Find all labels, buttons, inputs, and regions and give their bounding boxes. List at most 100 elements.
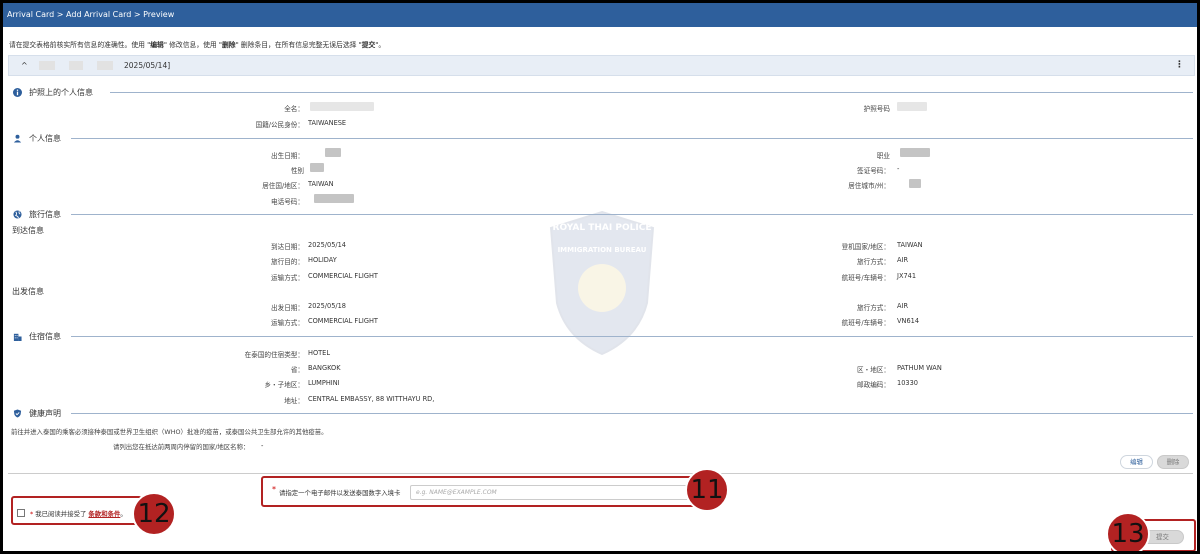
arrival-travel-mode-value: AIR: [897, 256, 909, 264]
section-title: 个人信息: [29, 134, 61, 143]
boarding-country-value: TAIWAN: [897, 241, 923, 249]
residence-country-label: 居住国/地区：: [262, 182, 304, 190]
globe-icon: [13, 210, 22, 219]
instruction-delete: 删除: [221, 41, 236, 49]
required-marker: *: [272, 485, 276, 494]
departure-travel-mode-value: AIR: [897, 302, 909, 310]
redacted-occupation: [900, 148, 930, 157]
postcode-label: 邮政编码：: [857, 381, 890, 389]
subdistrict-label: 乡・子地区：: [264, 381, 304, 389]
travel-purpose-label: 旅行目的：: [271, 258, 304, 266]
section-health: 健康声明: [13, 407, 1193, 421]
edit-button[interactable]: 编辑: [1120, 455, 1153, 469]
terms-end: 。: [120, 510, 127, 518]
step-badge-12: 12: [132, 492, 176, 536]
redacted-passport-number: [897, 102, 927, 111]
occupation-label: 职业: [876, 152, 890, 160]
redacted-full-name: [310, 102, 374, 111]
instruction-edit: 编辑: [150, 41, 164, 49]
terms-highlight: * 我已阅读并接受了 条款和条件。: [11, 496, 142, 525]
postcode-value: 10330: [897, 379, 918, 387]
instruction-part: 请在提交表格前核实所有信息的准确性。使用 ": [9, 41, 151, 49]
person-icon: [13, 134, 22, 143]
province-label: 省：: [290, 366, 304, 374]
breadcrumb-preview: Preview: [143, 10, 175, 19]
province-value: BANGKOK: [308, 364, 341, 372]
card-header-date: 2025/05/14]: [124, 61, 171, 70]
arrival-date-label: 到达日期：: [271, 243, 304, 251]
district-label: 区・地区：: [857, 366, 890, 374]
full-name-label: 全名：: [284, 105, 304, 113]
browser-frame: Arrival Card > Add Arrival Card > Previe…: [3, 3, 1197, 551]
breadcrumb-add-arrival-card[interactable]: Add Arrival Card: [66, 10, 131, 19]
section-divider: [71, 413, 1193, 414]
residence-country-value: TAIWAN: [308, 180, 334, 188]
section-divider: [71, 138, 1193, 139]
departure-date-value: 2025/05/18: [308, 302, 347, 310]
departure-flight-value: VN614: [897, 317, 920, 325]
section-divider: [110, 92, 1193, 93]
watermark-top-text: ROYAL THAI POLICE: [553, 223, 652, 233]
dob-label: 出生日期：: [271, 152, 304, 160]
accommodation-type-label: 在泰国的住宿类型：: [244, 351, 304, 359]
section-personal: 个人信息: [13, 132, 1193, 146]
info-icon: [13, 88, 22, 97]
subdistrict-value: LUMPHINI: [308, 379, 340, 387]
collapse-caret-icon[interactable]: ^: [21, 56, 28, 75]
arrival-flight-value: JX741: [897, 272, 917, 280]
required-marker: *: [30, 510, 34, 518]
phone-label: 电话号码：: [271, 198, 304, 206]
instruction-part: " 修改信息，使用 ": [163, 41, 222, 49]
redacted-name: [39, 61, 55, 70]
section-title: 护照上的个人信息: [29, 88, 93, 97]
delete-button[interactable]: 删除: [1157, 455, 1189, 469]
redacted-city: [909, 179, 921, 188]
departure-flight-label: 航班号/车辆号：: [841, 319, 890, 327]
section-divider: [71, 336, 1193, 337]
instruction-part: " 删除条目，在所有信息完整无误后选择 ": [235, 41, 362, 49]
departure-transport-label: 运输方式：: [271, 319, 304, 327]
departure-travel-mode-label: 旅行方式：: [857, 304, 890, 312]
redacted-name: [97, 61, 113, 70]
countries-visited-value: -: [261, 442, 264, 450]
arrival-date-value: 2025/05/14: [308, 241, 347, 249]
boarding-country-label: 登机国家/地区：: [841, 243, 890, 251]
vaccination-notice: 前往并进入泰国的乘客必须接种泰国或世界卫生组织（WHO）批准的疫苗，或泰国公共卫…: [11, 428, 328, 436]
visa-number-label: 签证号码：: [857, 167, 890, 175]
district-value: PATHUM WAN: [897, 364, 942, 372]
instruction-text: 请在提交表格前核实所有信息的准确性。使用 "编辑" 修改信息，使用 "删除" 删…: [9, 39, 385, 49]
travel-purpose-value: HOLIDAY: [308, 256, 337, 264]
step-badge-13: 13: [1106, 512, 1150, 551]
arrival-travel-mode-label: 旅行方式：: [857, 258, 890, 266]
arrival-transport-value: COMMERCIAL FLIGHT: [308, 272, 378, 280]
section-travel: 旅行信息: [13, 208, 1193, 222]
arrival-flight-label: 航班号/车辆号：: [841, 274, 890, 282]
breadcrumb: Arrival Card > Add Arrival Card > Previe…: [3, 3, 1197, 27]
nationality-value: TAIWANESE: [308, 119, 347, 127]
section-title: 健康声明: [29, 409, 61, 418]
breadcrumb-separator: >: [131, 10, 144, 19]
terms-checkbox[interactable]: [17, 509, 25, 517]
instruction-submit: 提交: [361, 41, 376, 49]
breadcrumb-separator: >: [54, 10, 67, 19]
section-title: 旅行信息: [29, 210, 61, 219]
residence-city-label: 居住城市/州：: [848, 182, 890, 190]
terms-text: 我已阅读并接受了: [35, 510, 87, 518]
watermark-bottom-text: IMMIGRATION BUREAU: [558, 246, 647, 254]
section-title: 住宿信息: [29, 332, 61, 341]
more-menu-icon[interactable]: ⋮: [1175, 56, 1184, 75]
email-input[interactable]: [410, 485, 690, 500]
breadcrumb-arrival-card[interactable]: Arrival Card: [7, 10, 54, 19]
redacted-dob: [325, 148, 341, 157]
form-divider: [8, 473, 1193, 474]
nationality-label: 国籍/公民身份：: [255, 121, 304, 129]
section-passport: 护照上的个人信息: [13, 86, 1193, 100]
shield-icon: [13, 409, 22, 418]
redacted-name: [69, 61, 83, 70]
email-field-label: 请指定一个电子邮件以发送泰国数字入境卡: [279, 489, 401, 497]
accommodation-type-value: HOTEL: [308, 349, 331, 357]
terms-link[interactable]: 条款和条件: [88, 510, 120, 518]
arrival-card-header[interactable]: ^ 2025/05/14] ⋮: [8, 55, 1195, 76]
departure-info-heading: 出发信息: [12, 287, 44, 296]
step-badge-11: 11: [685, 468, 729, 512]
